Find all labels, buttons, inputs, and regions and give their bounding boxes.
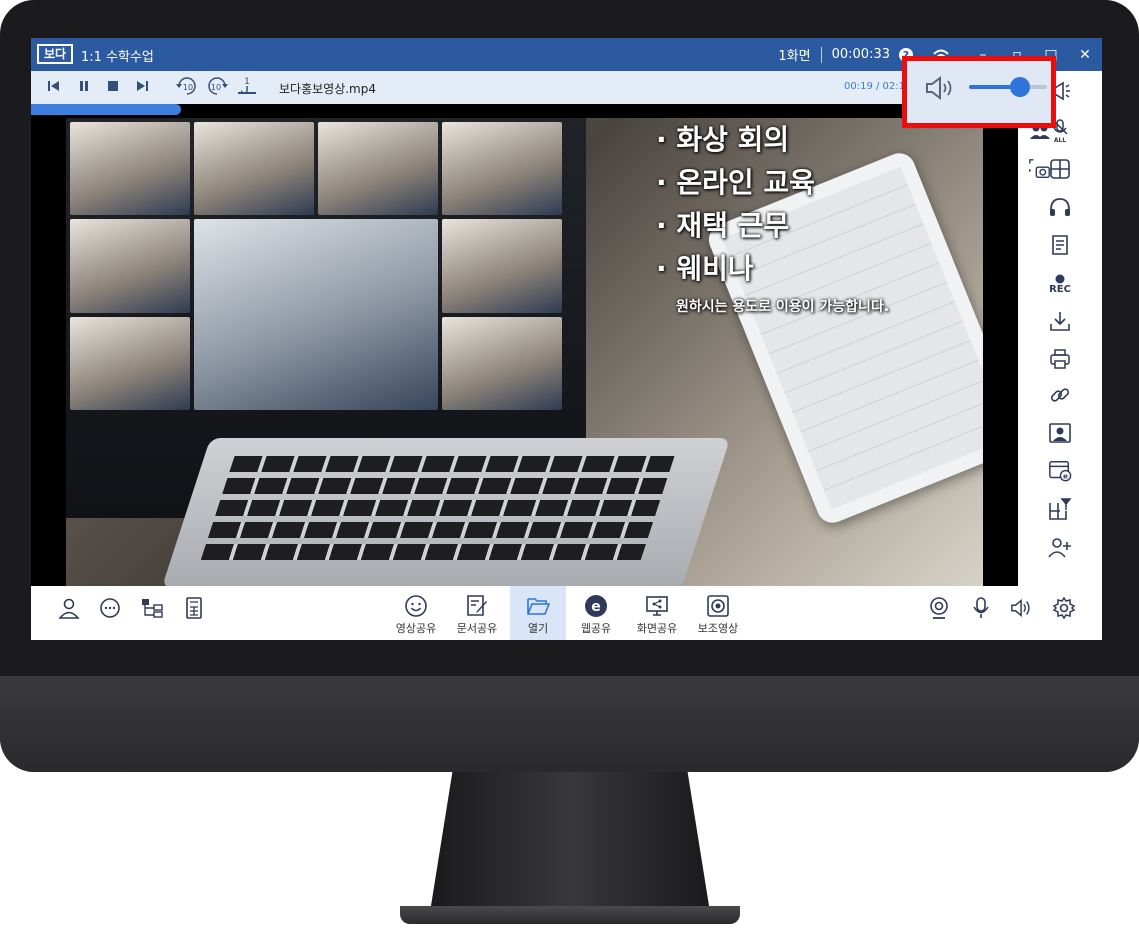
window-title: 1:1 수학수업 bbox=[81, 50, 154, 65]
bottom-toolbar: 영상공유 문서공유 열기 e 웹공유 화면공유 보조영상 bbox=[31, 586, 1102, 640]
svg-text:1: 1 bbox=[244, 77, 250, 87]
user-icon[interactable] bbox=[57, 596, 81, 620]
skip-back-icon[interactable] bbox=[47, 79, 61, 93]
caption-line: · 온라인 교육 bbox=[656, 166, 815, 199]
screen-share-icon bbox=[645, 594, 669, 618]
web-share-button[interactable]: e 웹공유 bbox=[568, 586, 624, 640]
shared-video: · 화상 회의 · 온라인 교육 · 재택 근무 · 웨비나 원하시는 용도로 … bbox=[66, 118, 983, 586]
portrait-icon[interactable] bbox=[1048, 421, 1072, 445]
record-icon[interactable]: REC bbox=[1048, 269, 1072, 299]
smile-icon bbox=[404, 594, 428, 618]
video-share-button[interactable]: 영상공유 bbox=[388, 586, 444, 640]
open-label: 열기 bbox=[527, 622, 549, 635]
record-label: REC bbox=[1049, 283, 1071, 295]
print-icon[interactable] bbox=[1048, 347, 1072, 371]
highlight-box bbox=[902, 56, 1056, 128]
right-toolbar: ALL REC e bbox=[1018, 71, 1102, 586]
playback-speed-icon[interactable]: 1 bbox=[235, 75, 259, 97]
screen-share-button[interactable]: 화면공유 bbox=[629, 586, 685, 640]
web-share-label: 웹공유 bbox=[580, 622, 612, 635]
caption-line: · 웨비나 bbox=[656, 252, 754, 285]
calculator-icon[interactable] bbox=[182, 596, 206, 620]
microphone-icon[interactable] bbox=[969, 596, 993, 620]
pin-layout-icon[interactable] bbox=[1048, 497, 1072, 521]
stop-icon[interactable] bbox=[106, 79, 120, 93]
document-share-label: 문서공유 bbox=[456, 622, 498, 635]
monitor-foot bbox=[400, 906, 740, 924]
link-icon[interactable] bbox=[1048, 383, 1072, 407]
chat-icon[interactable] bbox=[98, 596, 122, 620]
screen-count[interactable]: 1화면 bbox=[778, 45, 810, 64]
document-icon[interactable] bbox=[1048, 233, 1072, 257]
screen-share-label: 화면공유 bbox=[636, 622, 678, 635]
file-name: 보다홍보영상.mp4 bbox=[279, 82, 376, 96]
caption-line: · 재택 근무 bbox=[656, 209, 790, 242]
headset-icon[interactable] bbox=[1048, 195, 1072, 219]
divider bbox=[820, 46, 822, 63]
document-share-button[interactable]: 문서공유 bbox=[449, 586, 505, 640]
web-window-icon[interactable]: e bbox=[1048, 459, 1072, 483]
video-share-label: 영상공유 bbox=[395, 622, 437, 635]
download-icon[interactable] bbox=[1048, 309, 1072, 333]
aux-video-button[interactable]: 보조영상 bbox=[690, 586, 746, 640]
laptop-keyboard-image bbox=[161, 438, 731, 586]
skip-forward-icon[interactable] bbox=[135, 79, 149, 93]
webcam-icon[interactable] bbox=[927, 596, 951, 620]
aux-video-icon bbox=[706, 594, 730, 618]
progress-fill bbox=[31, 104, 181, 115]
web-share-icon: e bbox=[584, 594, 608, 618]
document-share-icon bbox=[465, 594, 489, 618]
folder-open-icon bbox=[526, 594, 550, 618]
open-button[interactable]: 열기 bbox=[510, 586, 566, 640]
elapsed-time: 00:00:33 bbox=[831, 47, 890, 62]
video-caption: · 화상 회의 · 온라인 교육 · 재택 근무 · 웨비나 원하시는 용도로 … bbox=[656, 118, 889, 316]
speaker-icon[interactable] bbox=[1010, 596, 1034, 620]
forward-10-icon[interactable]: 10 bbox=[205, 76, 229, 96]
aux-video-label: 보조영상 bbox=[697, 622, 739, 635]
monitor-chin bbox=[0, 676, 1139, 772]
tree-icon[interactable] bbox=[140, 596, 164, 620]
svg-text:e: e bbox=[1063, 471, 1068, 480]
rewind-10-icon[interactable]: 10 bbox=[175, 76, 199, 96]
close-icon[interactable]: ✕ bbox=[1068, 47, 1102, 63]
app-logo: 보다 bbox=[37, 44, 73, 64]
svg-text:10: 10 bbox=[211, 83, 221, 92]
svg-text:ALL: ALL bbox=[1054, 137, 1066, 144]
svg-text:10: 10 bbox=[183, 83, 193, 92]
add-user-icon[interactable] bbox=[1048, 535, 1072, 559]
svg-text:e: e bbox=[591, 599, 601, 615]
caption-line: · 화상 회의 bbox=[656, 123, 790, 156]
caption-subtitle: 원하시는 용도로 이용이 가능합니다. bbox=[676, 299, 890, 315]
app-window: 보다 1:1 수학수업 1화면 00:00:33 ? – ▫ □ ✕ 10 10… bbox=[31, 38, 1102, 640]
pause-icon[interactable] bbox=[77, 79, 91, 93]
playback-time: 00:19 / 02:1 bbox=[844, 81, 906, 92]
settings-icon[interactable] bbox=[1052, 596, 1076, 620]
layout-grid-icon[interactable] bbox=[1048, 157, 1072, 181]
monitor-stand bbox=[430, 772, 710, 912]
